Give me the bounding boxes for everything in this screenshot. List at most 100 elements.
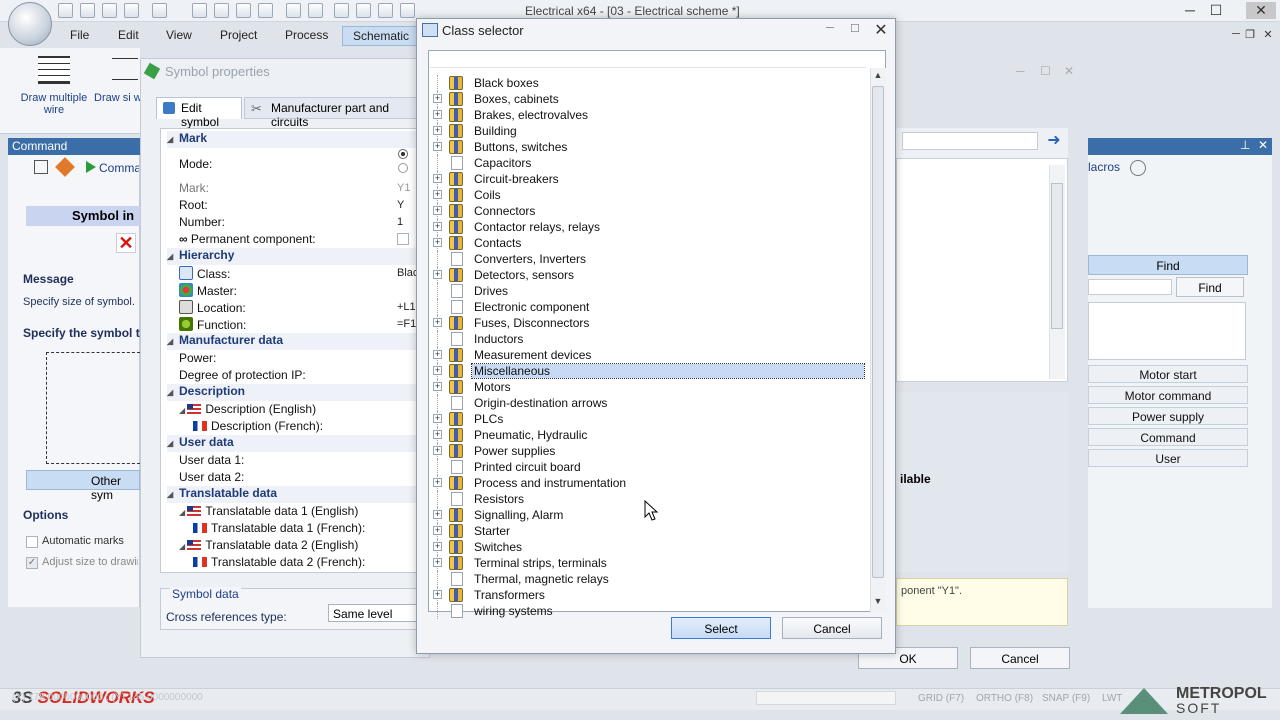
class-item[interactable]: Electronic component — [429, 299, 869, 315]
class-item[interactable]: Converters, Inverters — [429, 251, 869, 267]
draw-single-wire-button[interactable]: Draw si wire — [94, 92, 140, 104]
class-item[interactable]: Origin-destination arrows — [429, 395, 869, 411]
macro-group-motor-start[interactable]: Motor start — [1088, 365, 1248, 383]
arrow-right-icon[interactable]: ➜ — [1044, 130, 1064, 150]
right-bg-scroll-thumb[interactable] — [1051, 183, 1063, 329]
class-item[interactable]: + Switches — [429, 539, 869, 555]
menu-project[interactable]: Project — [220, 28, 257, 42]
expand-icon[interactable]: + — [433, 270, 442, 279]
class-item[interactable]: + Connectors — [429, 203, 869, 219]
class-item[interactable]: + Building — [429, 123, 869, 139]
adjust-size-checkbox[interactable]: ✓ — [26, 557, 38, 569]
class-item[interactable]: Drives — [429, 283, 869, 299]
class-item[interactable]: + Coils — [429, 187, 869, 203]
dialog-close-icon[interactable]: ✕ — [872, 20, 890, 40]
expand-icon[interactable]: + — [433, 350, 442, 359]
menu-view[interactable]: View — [166, 28, 192, 42]
class-item[interactable]: Printed circuit board — [429, 459, 869, 475]
macros-tab[interactable]: lacros — [1088, 160, 1120, 174]
command-icon[interactable] — [34, 160, 48, 174]
expand-icon[interactable]: + — [433, 142, 442, 151]
permanent-checkbox[interactable] — [397, 233, 409, 245]
scroll-up-icon[interactable]: ▲ — [870, 70, 886, 80]
zoom-window-icon[interactable] — [356, 3, 371, 18]
macro-group-power-supply[interactable]: Power supply — [1088, 407, 1248, 425]
class-item[interactable]: + Motors — [429, 379, 869, 395]
macro-group-command[interactable]: Command — [1088, 428, 1248, 446]
mode-radio-auto[interactable] — [398, 149, 408, 159]
save-icon[interactable] — [80, 3, 95, 18]
class-item[interactable]: + Pneumatic, Hydraulic — [429, 427, 869, 443]
doc-close-icon[interactable]: ✕ — [1258, 28, 1278, 41]
close-icon[interactable]: ✕ — [1246, 2, 1276, 19]
expand-icon[interactable]: + — [433, 318, 442, 327]
right-bg-input[interactable] — [902, 132, 1038, 150]
dialog-maximize-icon[interactable]: ☐ — [850, 22, 860, 35]
menu-process[interactable]: Process — [285, 28, 328, 42]
pan-icon[interactable] — [378, 3, 393, 18]
other-symbols-button[interactable]: Other sym — [26, 470, 140, 502]
macro-group-user[interactable]: User — [1088, 449, 1248, 467]
expand-icon[interactable]: + — [433, 126, 442, 135]
minimize-icon[interactable]: ─ — [1180, 2, 1200, 18]
section-manufacturer[interactable]: ◢ Manufacturer data — [167, 333, 417, 350]
expand-icon[interactable]: + — [433, 110, 442, 119]
class-item[interactable]: + Detectors, sensors — [429, 267, 869, 283]
menu-schematic[interactable]: Schematic — [342, 26, 421, 46]
macro-group-motor-command[interactable]: Motor command — [1088, 386, 1248, 404]
section-user-data[interactable]: ◢ User data — [167, 435, 417, 452]
expand-icon[interactable]: + — [433, 206, 442, 215]
expand-icon[interactable]: + — [433, 590, 442, 599]
copy-icon[interactable] — [214, 3, 229, 18]
back-icon[interactable] — [286, 3, 301, 18]
print-icon[interactable] — [102, 3, 117, 18]
sp-close-icon[interactable]: ✕ — [1064, 64, 1074, 78]
sp-maximize-icon[interactable]: ☐ — [1040, 64, 1051, 78]
command-tab[interactable]: Comman — [99, 161, 139, 175]
menu-file[interactable]: File — [70, 28, 89, 42]
symbol-cancel-button[interactable]: Cancel — [970, 647, 1070, 669]
clipboard-icon[interactable] — [258, 3, 273, 18]
expand-icon[interactable]: + — [433, 526, 442, 535]
panel-close-icon[interactable]: ✕ — [1258, 138, 1268, 152]
cut-icon[interactable] — [192, 3, 207, 18]
zoom-icon[interactable] — [334, 3, 349, 18]
expand-icon[interactable]: + — [433, 222, 442, 231]
class-item[interactable]: + Transformers — [429, 587, 869, 603]
class-item[interactable]: + Terminal strips, terminals — [429, 555, 869, 571]
expand-icon[interactable]: + — [433, 174, 442, 183]
expand-icon[interactable]: + — [433, 366, 442, 375]
class-item[interactable]: + Starter — [429, 523, 869, 539]
automatic-marks-checkbox[interactable] — [26, 536, 38, 548]
class-item[interactable]: + Contactor relays, relays — [429, 219, 869, 235]
expand-icon[interactable]: + — [433, 94, 442, 103]
find-input[interactable] — [1088, 279, 1172, 295]
redo-icon[interactable] — [152, 3, 167, 18]
maximize-icon[interactable]: ☐ — [1206, 2, 1226, 19]
section-hierarchy[interactable]: ◢ Hierarchy — [167, 248, 417, 265]
expand-icon[interactable]: + — [433, 446, 442, 455]
expand-icon[interactable]: + — [433, 382, 442, 391]
class-item[interactable]: + Miscellaneous — [429, 363, 869, 379]
menu-edit[interactable]: Edit — [118, 28, 139, 42]
class-item[interactable]: + Buttons, switches — [429, 139, 869, 155]
class-item[interactable]: + Power supplies — [429, 443, 869, 459]
sp-minimize-icon[interactable]: ─ — [1016, 64, 1025, 78]
doc-restore-icon[interactable]: ❐ — [1240, 28, 1260, 41]
draw-multiple-wire-button[interactable]: Draw multiple wire — [14, 92, 94, 116]
paste-icon[interactable] — [236, 3, 251, 18]
undo-icon[interactable] — [124, 3, 139, 18]
class-item[interactable]: Capacitors — [429, 155, 869, 171]
class-item[interactable]: + Process and instrumentation — [429, 475, 869, 491]
pin-icon[interactable]: ⊥ — [1240, 138, 1250, 152]
class-item[interactable]: + Measurement devices — [429, 347, 869, 363]
mode-radio-manual[interactable] — [398, 163, 408, 173]
select-button[interactable]: Select — [671, 617, 771, 639]
class-item[interactable]: + Contacts — [429, 235, 869, 251]
grid-toggle[interactable]: GRID (F7) — [918, 693, 964, 704]
dialog-minimize-icon[interactable]: ─ — [826, 22, 834, 34]
section-mark[interactable]: ◢ Mark — [167, 131, 417, 148]
expand-icon[interactable]: + — [433, 478, 442, 487]
class-item[interactable]: + PLCs — [429, 411, 869, 427]
expand-icon[interactable]: + — [433, 190, 442, 199]
